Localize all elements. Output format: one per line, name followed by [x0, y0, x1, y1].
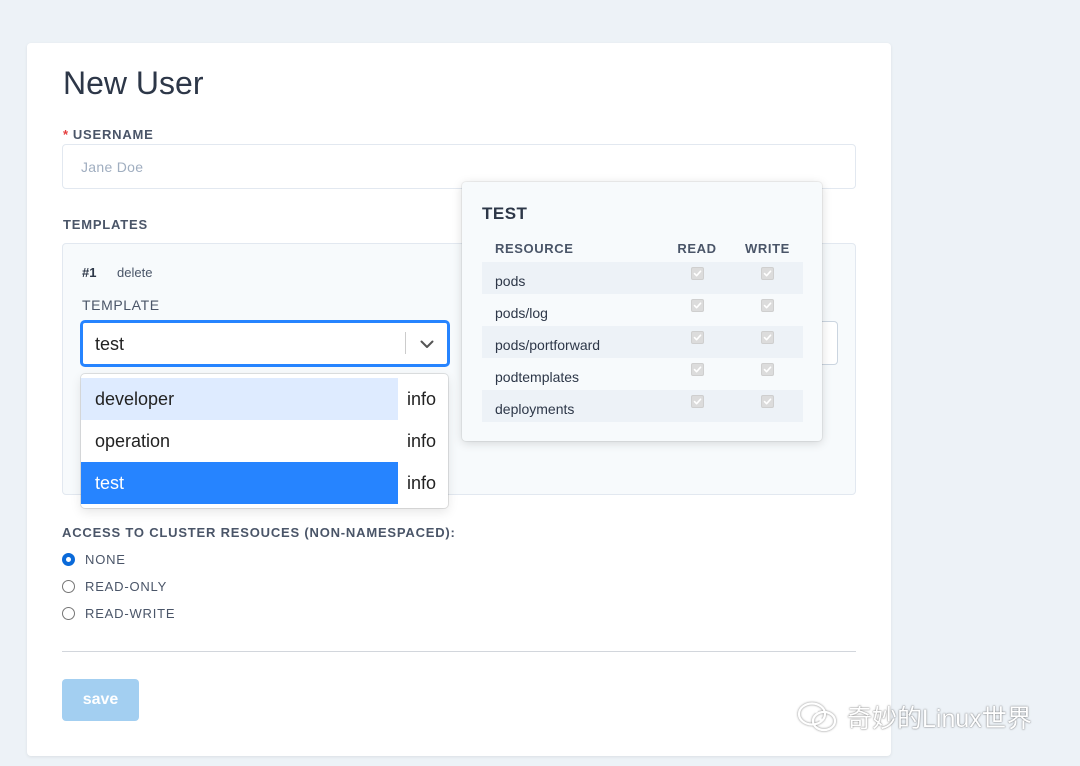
read-cell [662, 358, 732, 390]
radio-option-read-write[interactable]: READ-WRITE [62, 606, 175, 621]
option-name: test [81, 462, 398, 504]
template-index: #1 [82, 265, 97, 280]
table-row: pods/log [482, 294, 803, 326]
dropdown-option-developer[interactable]: developer info [81, 378, 448, 420]
write-cell [732, 326, 803, 358]
radio-label-read-only: READ-ONLY [85, 579, 168, 594]
read-cell [662, 262, 732, 294]
radio-read-only[interactable] [62, 580, 75, 593]
write-checkbox [761, 299, 774, 312]
table-header: RESOURCE READ WRITE [482, 234, 803, 262]
option-info-link[interactable]: info [398, 431, 448, 452]
template-dropdown-menu: developer info operation info test info [81, 374, 448, 508]
template-select[interactable]: test [81, 321, 449, 366]
column-header-read: READ [677, 240, 717, 256]
read-checkbox [690, 363, 704, 376]
resource-name: deployments [495, 401, 575, 417]
read-checkbox [690, 331, 704, 344]
table-row: podtemplates [482, 358, 803, 390]
radio-option-none[interactable]: NONE [62, 552, 126, 567]
option-info-link[interactable]: info [398, 473, 448, 494]
required-mark: * [63, 127, 69, 142]
template-info-popover: TEST RESOURCE READ WRITE pods pods/log pod… [462, 182, 822, 441]
resource-name: pods [495, 273, 526, 289]
resource-name: pods/portforward [495, 337, 601, 353]
column-header-resource: RESOURCE [495, 240, 574, 256]
write-cell [732, 358, 803, 390]
write-cell [732, 294, 803, 326]
watermark-text: 奇妙的Linux世界 [847, 705, 1032, 733]
templates-label: TEMPLATES [63, 217, 148, 232]
table-body: pods pods/log pods/portforward podtemplates… [482, 262, 803, 422]
popover-title: TEST [482, 204, 528, 223]
permissions-table: RESOURCE READ WRITE pods pods/log pods/por… [482, 234, 803, 422]
write-cell [732, 262, 803, 294]
option-info-link[interactable]: info [398, 389, 448, 410]
form-divider [62, 651, 856, 652]
read-cell [662, 390, 732, 422]
resource-name: podtemplates [495, 369, 580, 385]
read-cell [662, 294, 732, 326]
table-row: deployments [482, 390, 803, 422]
cluster-access-label: ACCESS TO CLUSTER RESOUCES (NON-NAMESPAC… [62, 525, 456, 540]
username-label: * USERNAME [63, 127, 154, 142]
radio-read-write[interactable] [62, 607, 75, 620]
read-cell [662, 326, 732, 358]
template-delete-link[interactable]: delete [117, 265, 152, 280]
select-separator [405, 332, 406, 354]
resource-name: pods/log [495, 305, 548, 321]
read-checkbox [690, 267, 704, 280]
radio-label-read-write: READ-WRITE [85, 606, 176, 621]
write-cell [732, 390, 803, 422]
option-name: developer [81, 378, 398, 420]
write-checkbox [761, 395, 774, 408]
watermark: 奇妙的Linux世界 [795, 699, 1032, 735]
page-title: New User [63, 65, 204, 101]
template-field-label: TEMPLATE [82, 297, 160, 313]
column-header-write: WRITE [745, 240, 790, 256]
wechat-icon [797, 702, 837, 732]
write-checkbox [761, 267, 774, 280]
write-checkbox [761, 363, 774, 376]
table-row: pods [482, 262, 803, 294]
write-checkbox [761, 331, 774, 344]
username-label-text: USERNAME [72, 127, 154, 142]
save-button[interactable]: save [62, 679, 139, 721]
chevron-down-icon[interactable] [417, 334, 437, 354]
radio-label-none: NONE [85, 552, 126, 567]
template-select-value: test [95, 334, 125, 354]
dropdown-option-operation[interactable]: operation info [81, 420, 448, 462]
option-name: operation [95, 430, 171, 451]
read-checkbox [690, 299, 704, 312]
dropdown-option-test[interactable]: test info [81, 462, 448, 504]
table-row: pods/portforward [482, 326, 803, 358]
read-checkbox [690, 395, 704, 408]
radio-none[interactable] [62, 553, 75, 566]
radio-option-read-only[interactable]: READ-ONLY [62, 579, 167, 594]
